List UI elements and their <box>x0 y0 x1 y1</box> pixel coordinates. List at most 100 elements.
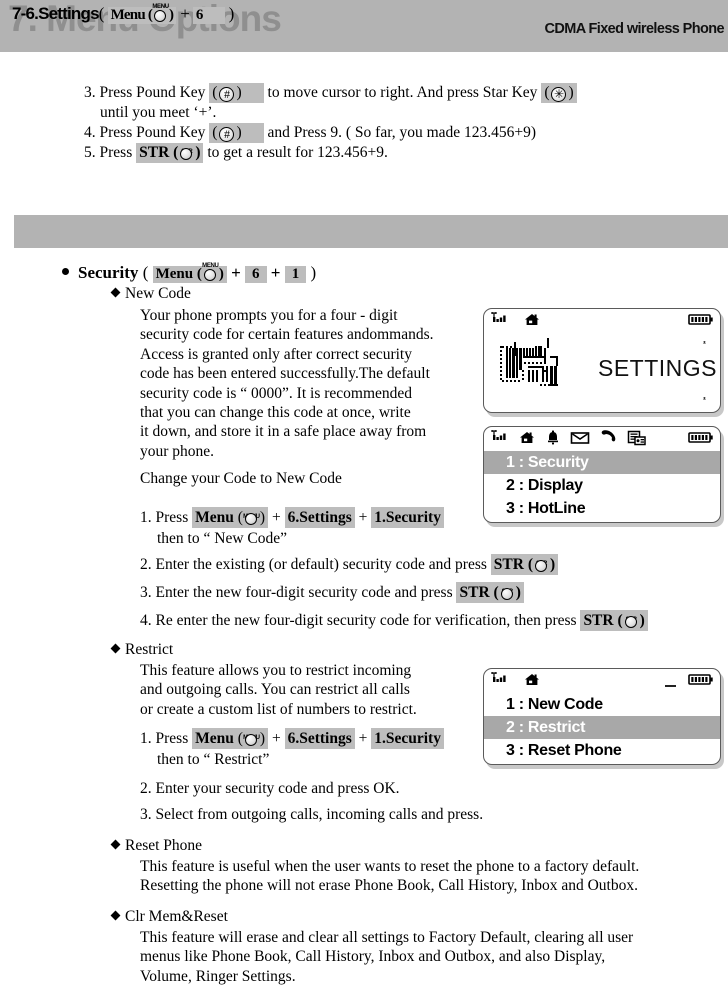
str-key-icon-2: STR <box>533 557 550 572</box>
reset-phone-heading: Reset Phone <box>110 837 203 855</box>
new-code-line: it down, and store it in a safe place aw… <box>140 423 427 441</box>
restrict-heading-label: Restrict <box>125 641 174 658</box>
diamond-bullet-icon-4 <box>110 910 121 921</box>
battery-icon <box>688 312 714 333</box>
battery-icon <box>688 430 714 451</box>
restrict-steps: 1. Press Menu (MENU) + 6.Settings + 1.Se… <box>140 728 444 770</box>
clr-mem-heading-label: Clr Mem&Reset <box>125 908 228 925</box>
signal-icon <box>491 312 509 333</box>
top-step-5: 5. Press STR (STR) to get a result for 1… <box>84 143 728 163</box>
star-key-icon: ✳ <box>549 85 568 102</box>
new-code-step-2: 2. Enter the existing (or default) secur… <box>140 554 559 575</box>
clr-mem-line: menus like Phone Book, Call History, Inb… <box>140 948 606 966</box>
lcd-tick-icon-top: ᵜ <box>702 339 706 348</box>
restrict-heading: Restrict <box>110 641 174 659</box>
str-key-icon-0: STR <box>178 145 195 160</box>
pound-key-icon-2: # <box>217 125 236 142</box>
pound-key-chip-2: (#) <box>209 123 264 143</box>
new-code-line: Access is granted only after correct sec… <box>140 345 412 363</box>
menu-key-icon-nc: MENU <box>243 510 260 525</box>
new-code-heading: New Code <box>110 285 191 303</box>
restrict-line: or create a custom list of numbers to re… <box>140 700 417 718</box>
new-code-step-4-text: 4. Re enter the new four-digit security … <box>140 612 577 629</box>
lcd-settings-screen: SETTINGS ᵜ ᵜ <box>483 308 721 413</box>
envelope-icon <box>570 430 590 451</box>
diamond-bullet-icon-2 <box>110 643 121 654</box>
new-code-line: Your phone prompts you for a four - digi… <box>140 307 398 324</box>
fax-icon <box>627 430 647 451</box>
new-code-step-4: 4. Re enter the new four-digit security … <box>140 610 648 631</box>
home-icon <box>523 312 541 333</box>
pound-key-icon-1: # <box>217 85 236 102</box>
section-number-title: 7-6.Settings <box>12 4 100 23</box>
clr-mem-line: This feature will erase and clear all se… <box>140 929 634 946</box>
home-icon <box>518 430 536 451</box>
lcd-menu-screen-1: 1 : Security 2 : Display 3 : HotLine <box>483 426 721 523</box>
section-band <box>14 215 728 248</box>
settings-chip-nc: 6.Settings <box>284 507 355 528</box>
signal-icon <box>491 430 509 451</box>
restrict-paragraph: This feature allows you to restrict inco… <box>140 661 490 719</box>
lcd-menu-item[interactable]: 1 : Security <box>484 451 720 474</box>
new-code-step-3: 3. Enter the new four-digit security cod… <box>140 582 524 603</box>
manual-page: 7. Menu Options CDMA Fixed wireless Phon… <box>0 0 728 995</box>
top-step-3-text-b: to move cursor to right. And press Star … <box>267 84 538 101</box>
new-code-line: security code is “ 0000”. It is recommen… <box>140 384 413 402</box>
security-heading: Security ( Menu (MENU) + 6 + 1 ) <box>62 263 316 283</box>
str-key-chip-2: STR (STR) <box>490 554 559 575</box>
lcd-status-bar <box>484 669 720 693</box>
reset-phone-line: This feature is useful when the user wan… <box>140 858 640 875</box>
lcd-tick-icon-bottom: ᵜ <box>702 395 706 404</box>
number-chip-band: 6 <box>192 7 225 24</box>
restrict-step-2: 2. Enter your security code and press OK… <box>140 780 400 797</box>
menu-key-icon-rs: MENU <box>243 731 260 746</box>
signal-icon <box>491 672 509 693</box>
section-band-title: 7-6.Settings( Menu (MENU) + 6 ) <box>12 4 234 24</box>
new-code-line: your phone. <box>140 442 215 460</box>
restrict-line: This feature allows you to restrict inco… <box>140 662 412 679</box>
lcd-menu-item[interactable]: 3 : Reset Phone <box>484 739 720 762</box>
lcd-menu-item[interactable]: 2 : Restrict <box>484 716 720 739</box>
security-heading-label: Security <box>78 263 139 282</box>
restrict-step-1: 1. Press Menu (MENU) + 6.Settings + 1.Se… <box>140 728 444 749</box>
menu-key-icon-sec: MENU <box>202 263 219 281</box>
top-step-5-text-b: to get a result for 123.456+9. <box>207 144 388 161</box>
top-step-4-text-b: and Press 9. ( So far, you made 123.456+… <box>267 124 537 141</box>
settings-chip-rs: 6.Settings <box>284 728 355 749</box>
number-chip-1: 1 <box>284 266 307 283</box>
new-code-steps: 1. Press Menu (MENU) + 6.Settings + 1.Se… <box>140 507 444 549</box>
top-steps-block: 3. Press Pound Key (#) to move cursor to… <box>84 83 728 163</box>
new-code-paragraph: Your phone prompts you for a four - digi… <box>140 306 490 461</box>
lcd-menu-item[interactable]: 1 : New Code <box>484 693 720 716</box>
clr-mem-heading: Clr Mem&Reset <box>110 908 228 926</box>
diamond-bullet-icon-1 <box>110 287 121 298</box>
new-code-line: code has been entered successfully.The d… <box>140 365 430 383</box>
new-code-line: that you can change this code at once, w… <box>140 404 411 422</box>
top-step-3: 3. Press Pound Key (#) to move cursor to… <box>84 83 728 103</box>
star-key-chip: (✳) <box>541 83 577 103</box>
restrict-step-3: 3. Select from outgoing calls, incoming … <box>140 806 484 823</box>
diamond-bullet-icon-3 <box>110 839 121 850</box>
step-prefix: 1. Press <box>140 730 189 747</box>
new-code-step-2-text: 2. Enter the existing (or default) secur… <box>140 556 487 573</box>
menu-key-chip-band: Menu (MENU) <box>107 4 177 24</box>
str-key-chip-3: STR (STR) <box>456 582 524 603</box>
lcd-menu-screen-2: 1 : New Code 2 : Restrict 3 : Reset Phon… <box>483 668 721 765</box>
reset-phone-heading-label: Reset Phone <box>125 837 203 854</box>
restrict-line: and outgoing calls. You can restrict all… <box>140 681 410 699</box>
step-prefix: 1. Press <box>140 509 189 526</box>
lcd-settings-title: SETTINGS <box>598 355 718 381</box>
top-step-5-text-a: 5. Press <box>84 144 133 161</box>
header-product-name: CDMA Fixed wireless Phone <box>544 21 725 37</box>
clr-mem-paragraph: This feature will erase and clear all se… <box>140 928 720 986</box>
top-step-4: 4. Press Pound Key (#) and Press 9. ( So… <box>84 123 728 143</box>
menu-key-icon-band: MENU <box>152 4 169 22</box>
new-code-line: security code for certain features andom… <box>140 326 434 344</box>
bullet-icon <box>62 268 69 275</box>
security-chip-nc: 1.Security <box>371 507 444 528</box>
change-code-line: Change your Code to New Code <box>140 470 342 487</box>
reset-phone-paragraph: This feature is useful when the user wan… <box>140 857 720 896</box>
lcd-menu-item[interactable]: 2 : Display <box>484 474 720 497</box>
lcd-menu-item[interactable]: 3 : HotLine <box>484 497 720 520</box>
home-icon <box>523 672 541 693</box>
